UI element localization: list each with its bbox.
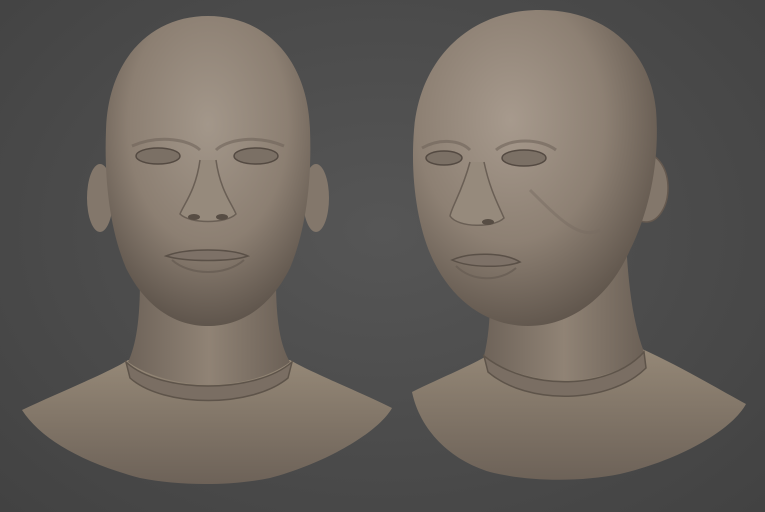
side-eye-right: [501, 149, 547, 167]
front-nostril-right: [216, 214, 228, 220]
side-nostril: [482, 219, 494, 225]
sculpt-render: [22, 10, 746, 484]
3d-viewport[interactable]: [0, 0, 765, 512]
front-eye-left: [135, 147, 181, 165]
front-eye-right: [233, 147, 279, 165]
head-sculpt-front[interactable]: [22, 16, 392, 484]
front-nostril-left: [188, 214, 200, 220]
side-eye-left: [425, 150, 463, 166]
head-sculpt-three-quarter[interactable]: [412, 10, 746, 480]
